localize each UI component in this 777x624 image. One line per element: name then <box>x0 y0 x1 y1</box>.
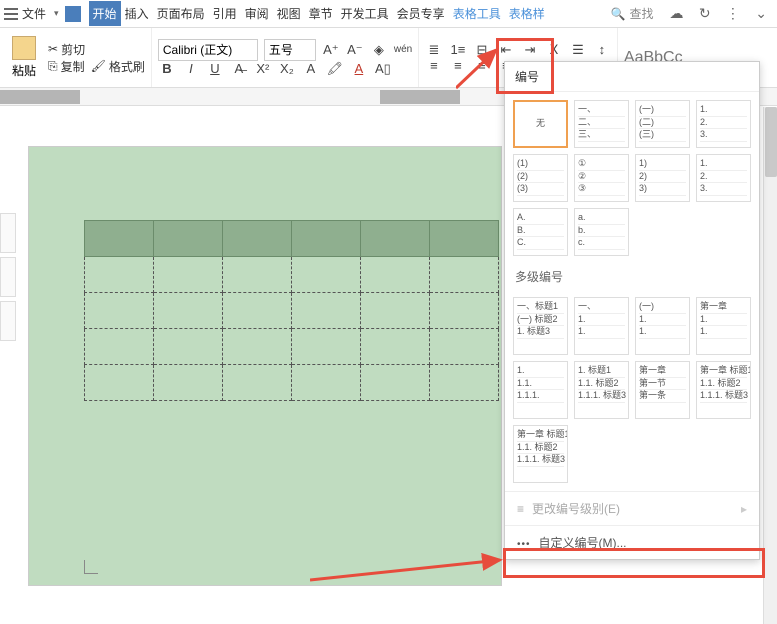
tab-review[interactable]: 审阅 <box>241 1 273 26</box>
search-icon: 🔍 <box>611 7 626 21</box>
numbering-option-8[interactable]: a.b.c. <box>574 208 629 256</box>
vertical-scrollbar[interactable] <box>763 107 777 624</box>
numbering-option-7[interactable]: A.B.C. <box>513 208 568 256</box>
italic-icon[interactable]: I <box>182 61 200 76</box>
cut-button[interactable]: 剪切 <box>48 41 85 58</box>
align-icon[interactable]: ☰ <box>569 42 587 58</box>
strikethrough-icon[interactable]: A̶ <box>230 61 248 76</box>
simple-numbering-grid: 无一、二、三、(一)(二)(三)1.2.3. (1)(2)(3)①②③1)2)3)… <box>505 92 759 264</box>
scrollbar-thumb[interactable] <box>765 107 777 177</box>
copy-button[interactable]: 复制 <box>48 58 85 75</box>
multilevel-section-label: 多级编号 <box>505 264 759 289</box>
file-menu[interactable]: 文件 <box>22 5 46 22</box>
multilevel-option-7[interactable]: 第一章 标题11.1. 标题21.1.1. 标题3 <box>696 361 751 419</box>
multilevel-option-6[interactable]: 第一章第一节第一条 <box>635 361 690 419</box>
table-row[interactable] <box>85 293 499 329</box>
multilevel-option-4[interactable]: 1.1.1.1.1.1. <box>513 361 568 419</box>
paste-button[interactable]: 粘贴 <box>6 36 42 79</box>
format-painter-button[interactable]: 🖌格式刷 <box>91 58 145 75</box>
document-page[interactable] <box>28 146 502 586</box>
left-side-toolbar <box>0 213 18 345</box>
clipboard-group: 剪切 复制 🖌格式刷 <box>42 28 152 87</box>
search-label: 查找 <box>629 5 653 22</box>
bullets-icon[interactable]: ≣ <box>425 42 443 58</box>
align-left-icon[interactable]: ≡ <box>425 58 443 73</box>
increase-font-icon[interactable]: A⁺ <box>322 42 340 58</box>
multilevel-numbering-grid: 一、标题1(一) 标题21. 标题3一、1.1.(一)1.1.第一章1.1. 1.… <box>505 289 759 491</box>
sidebar-tool-1[interactable] <box>0 213 16 253</box>
bold-icon[interactable]: B <box>158 61 176 76</box>
chevron-right-icon: ▸ <box>741 502 747 516</box>
annotation-highlight-numbering <box>496 38 554 94</box>
cloud-icon[interactable]: ☁ <box>670 5 684 21</box>
tab-chapters[interactable]: 章节 <box>305 1 337 26</box>
sync-icon[interactable]: ↻ <box>699 5 711 21</box>
table-row[interactable] <box>85 257 499 293</box>
chevron-down-icon[interactable]: ⌄ <box>755 5 767 21</box>
multilevel-option-8[interactable]: 第一章 标题11.1. 标题21.1.1. 标题3 <box>513 425 568 483</box>
multilevel-option-1[interactable]: 一、1.1. <box>574 297 629 355</box>
change-level-item: 更改编号级别(E) ▸ <box>505 491 759 525</box>
multilevel-option-3[interactable]: 第一章1.1. <box>696 297 751 355</box>
document-icon[interactable] <box>65 6 81 22</box>
menubar-right-icons: ☁ ↻ ⋮ ⌄ <box>664 5 774 22</box>
table-row[interactable] <box>85 329 499 365</box>
font-name-select[interactable] <box>158 39 258 61</box>
multilevel-option-0[interactable]: 一、标题1(一) 标题21. 标题3 <box>513 297 568 355</box>
tab-references[interactable]: 引用 <box>209 1 241 26</box>
numbering-option-4[interactable]: ①②③ <box>574 154 629 202</box>
numbering-option-6[interactable]: 1.2.3. <box>696 154 751 202</box>
copy-icon <box>48 59 58 74</box>
clipboard-icon <box>12 36 36 60</box>
font-color-icon[interactable]: A <box>350 61 368 76</box>
highlight-icon[interactable]: 🖍 <box>326 61 344 77</box>
multilevel-option-5[interactable]: 1. 标题11.1. 标题21.1.1. 标题3 <box>574 361 629 419</box>
menubar: 文件 ▾ 开始 插入 页面布局 引用 审阅 视图 章节 开发工具 会员专享 表格… <box>0 0 777 28</box>
font-size-select[interactable] <box>264 39 316 61</box>
ribbon-tabs: 开始 插入 页面布局 引用 审阅 视图 章节 开发工具 会员专享 表格工具 表格… <box>89 1 549 26</box>
numbering-option-3[interactable]: (1)(2)(3) <box>513 154 568 202</box>
numbering-option-5[interactable]: 1)2)3) <box>635 154 690 202</box>
decrease-font-icon[interactable]: A⁻ <box>346 42 364 58</box>
brush-icon: 🖌 <box>91 59 106 73</box>
tab-member[interactable]: 会员专享 <box>393 1 449 26</box>
search-box[interactable]: 🔍 查找 <box>611 5 654 22</box>
numbering-option-2[interactable]: 1.2.3. <box>696 100 751 148</box>
multilevel-option-2[interactable]: (一)1.1. <box>635 297 690 355</box>
file-dropdown-icon[interactable]: ▾ <box>54 8 59 19</box>
font-group: A⁺ A⁻ ◈ wén B I U A̶ X² X₂ A 🖍 A A▯ <box>152 28 419 87</box>
superscript-icon[interactable]: X² <box>254 61 272 76</box>
annotation-arrow-2 <box>310 530 520 590</box>
text-effects-icon[interactable]: A <box>302 61 320 76</box>
subscript-icon[interactable]: X₂ <box>278 61 296 76</box>
paste-label: 粘贴 <box>12 62 36 79</box>
page-corner-mark <box>84 560 98 574</box>
numbering-option-0[interactable]: 一、二、三、 <box>574 100 629 148</box>
tab-developer[interactable]: 开发工具 <box>337 1 393 26</box>
tab-view[interactable]: 视图 <box>273 1 305 26</box>
level-icon <box>517 502 524 516</box>
sidebar-tool-3[interactable] <box>0 301 16 341</box>
numbering-option-1[interactable]: (一)(二)(三) <box>635 100 690 148</box>
phonetic-guide-icon[interactable]: wén <box>394 44 412 55</box>
char-shading-icon[interactable]: A▯ <box>374 61 392 77</box>
more-icon[interactable]: ⋮ <box>726 5 740 21</box>
sidebar-tool-2[interactable] <box>0 257 16 297</box>
scissors-icon <box>48 42 58 56</box>
tab-layout[interactable]: 页面布局 <box>153 1 209 26</box>
tab-insert[interactable]: 插入 <box>121 1 153 26</box>
underline-icon[interactable]: U <box>206 61 224 76</box>
content-table[interactable] <box>84 220 499 401</box>
numbering-dropdown-panel: 编号 无一、二、三、(一)(二)(三)1.2.3.(1)(2)(3)①②③1)2… <box>504 61 760 560</box>
line-spacing-icon[interactable]: ↕ <box>593 42 611 57</box>
clear-format-icon[interactable]: ◈ <box>370 42 388 58</box>
table-row[interactable] <box>85 365 499 401</box>
tab-table-style[interactable]: 表格样 <box>505 1 549 26</box>
tab-table-tools[interactable]: 表格工具 <box>449 1 505 26</box>
hamburger-icon[interactable] <box>4 8 18 20</box>
numbering-option-none[interactable]: 无 <box>513 100 568 148</box>
tab-home[interactable]: 开始 <box>89 1 121 26</box>
annotation-highlight-custom <box>503 548 765 578</box>
table-row[interactable] <box>85 221 499 257</box>
